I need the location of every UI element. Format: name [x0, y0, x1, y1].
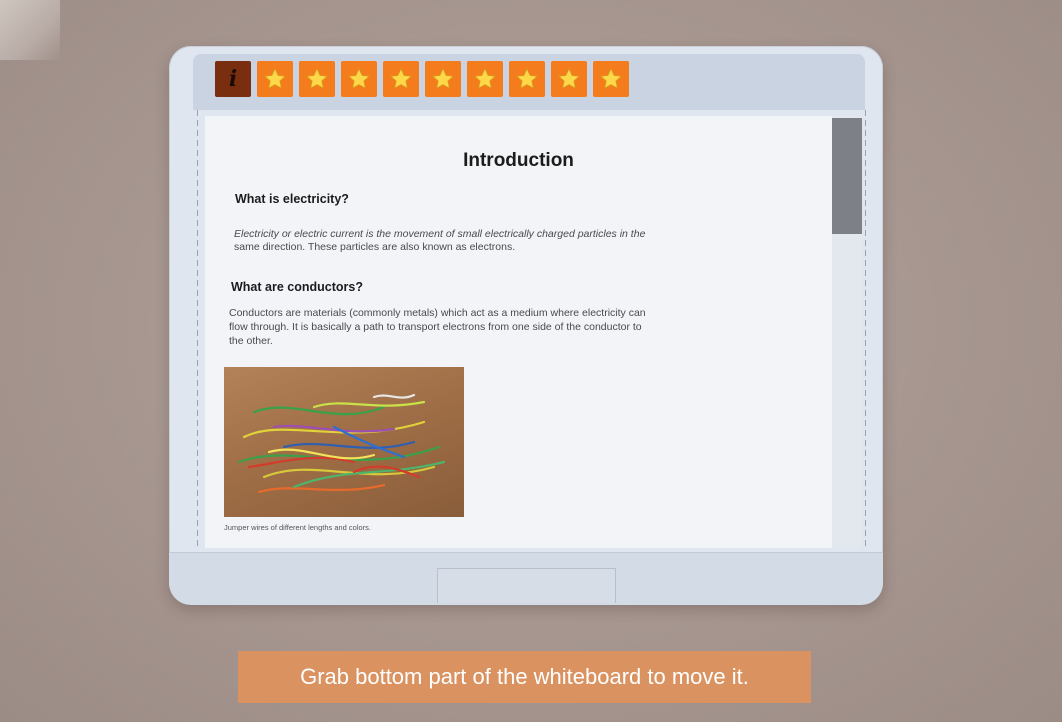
- star-icon: [473, 67, 497, 90]
- jumper-wires-photo: [224, 367, 464, 517]
- info-button[interactable]: i: [215, 61, 251, 97]
- section-text-conductors-line-1: Conductors are materials (commonly metal…: [229, 307, 646, 319]
- environment-corner: [0, 0, 60, 60]
- hint-banner: Grab bottom part of the whiteboard to mo…: [238, 651, 811, 703]
- section-heading-electricity: What is electricity?: [235, 192, 349, 206]
- star-button-3[interactable]: [341, 61, 377, 97]
- star-button-1[interactable]: [257, 61, 293, 97]
- image-caption: Jumper wires of different lengths and co…: [224, 523, 372, 532]
- star-button-6[interactable]: [467, 61, 503, 97]
- star-icon: [305, 67, 329, 90]
- hint-text: Grab bottom part of the whiteboard to mo…: [300, 664, 749, 689]
- page-border-left: [197, 110, 198, 550]
- star-button-2[interactable]: [299, 61, 335, 97]
- whiteboard-toolbar: i: [215, 61, 629, 99]
- star-icon: [599, 67, 623, 90]
- star-icon: [347, 67, 371, 90]
- star-button-5[interactable]: [425, 61, 461, 97]
- section-text-conductors-line-3: the other.: [229, 335, 273, 347]
- star-icon: [557, 67, 581, 90]
- star-button-4[interactable]: [383, 61, 419, 97]
- scrollbar-thumb[interactable]: [832, 118, 862, 234]
- whiteboard-handle[interactable]: [437, 568, 616, 603]
- star-icon: [515, 67, 539, 90]
- star-icon: [389, 67, 413, 90]
- section-heading-conductors: What are conductors?: [231, 280, 363, 294]
- star-button-9[interactable]: [593, 61, 629, 97]
- info-icon: i: [228, 66, 238, 92]
- jumper-wires-illustration: [237, 393, 446, 494]
- star-button-8[interactable]: [551, 61, 587, 97]
- star-button-7[interactable]: [509, 61, 545, 97]
- star-icon: [263, 67, 287, 90]
- section-text-electricity-line-1: Electricity or electric current is the m…: [234, 228, 646, 240]
- section-text-electricity-line-2: same direction. These particles are also…: [234, 241, 516, 253]
- page-border-right: [865, 110, 866, 550]
- page-title: Introduction: [463, 150, 574, 171]
- star-icon: [431, 67, 455, 90]
- section-text-conductors-line-2: flow through. It is basically a path to …: [229, 321, 642, 333]
